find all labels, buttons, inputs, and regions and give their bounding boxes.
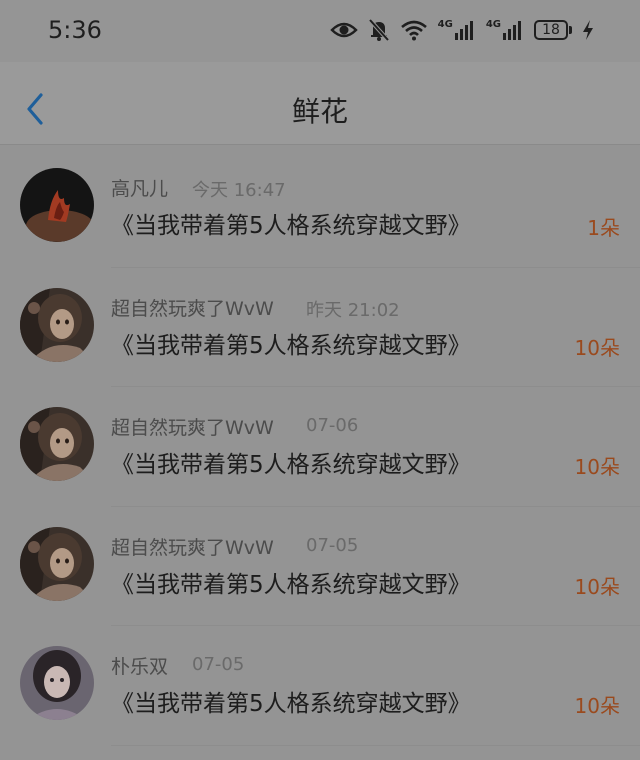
sent-date: 昨天 21:02 (306, 299, 400, 321)
eye-icon (329, 20, 358, 40)
avatar[interactable] (20, 287, 94, 362)
list-item[interactable]: 高凡儿 今天 16:47 《当我带着第5人格系统穿越文野》 1朵 (0, 148, 640, 268)
avatar[interactable] (20, 526, 94, 601)
list-item[interactable]: 朴乐双 07-05 《当我带着第5人格系统穿越文野》 10朵 (0, 626, 640, 746)
book-title: 《当我带着第5人格系统穿越文野》 (111, 332, 471, 359)
cellular-signal-2-icon: 4G (486, 19, 524, 41)
status-time: 5:36 (48, 16, 102, 44)
list-item[interactable]: 超自然玩爽了WvW 07-06 《当我带着第5人格系统穿越文野》 10朵 (0, 387, 640, 507)
sender-name: 朴乐双 (111, 656, 169, 678)
avatar[interactable] (20, 646, 94, 720)
charging-bolt-icon (582, 19, 594, 41)
sender-name: 超自然玩爽了WvW (111, 297, 274, 320)
flower-count: 10朵 (574, 335, 620, 360)
sender-name: 超自然玩爽了WvW (111, 536, 274, 559)
flower-count: 10朵 (574, 455, 620, 479)
sender-name: 高凡儿 (111, 178, 169, 200)
status-icons: 4G 4G 18 (329, 16, 594, 44)
mute-bell-icon (368, 18, 390, 42)
avatar[interactable] (20, 407, 94, 481)
list-item[interactable]: 超自然玩爽了WvW 07-05 《当我带着第5人格系统穿越文野》 10朵 (0, 507, 640, 626)
flower-list: 高凡儿 今天 16:47 《当我带着第5人格系统穿越文野》 1朵 超自然玩爽了W… (0, 148, 640, 746)
book-title: 《当我带着第5人格系统穿越文野》 (111, 213, 471, 239)
flower-count: 10朵 (574, 694, 620, 718)
status-bar: 5:36 4G 4G 18 (0, 0, 640, 62)
book-title: 《当我带着第5人格系统穿越文野》 (111, 571, 471, 598)
cellular-signal-icon: 4G (438, 19, 476, 41)
sent-date: 07-05 (192, 654, 245, 675)
sender-name: 超自然玩爽了WvW (111, 417, 274, 439)
battery-icon: 18 (534, 20, 572, 40)
flower-count: 1朵 (587, 216, 620, 240)
divider (111, 744, 640, 746)
battery-level: 18 (534, 20, 568, 40)
sent-date: 07-06 (306, 415, 359, 436)
book-title: 《当我带着第5人格系统穿越文野》 (111, 452, 471, 478)
list-item[interactable]: 超自然玩爽了WvW 昨天 21:02 《当我带着第5人格系统穿越文野》 10朵 (0, 268, 640, 387)
avatar[interactable] (20, 168, 94, 242)
page-header: 鲜花 (0, 62, 640, 145)
book-title: 《当我带着第5人格系统穿越文野》 (111, 691, 471, 717)
wifi-icon (400, 19, 428, 41)
page-title: 鲜花 (291, 95, 348, 128)
sent-date: 今天 16:47 (192, 180, 286, 201)
sent-date: 07-05 (306, 534, 359, 556)
flower-count: 10朵 (574, 574, 620, 599)
